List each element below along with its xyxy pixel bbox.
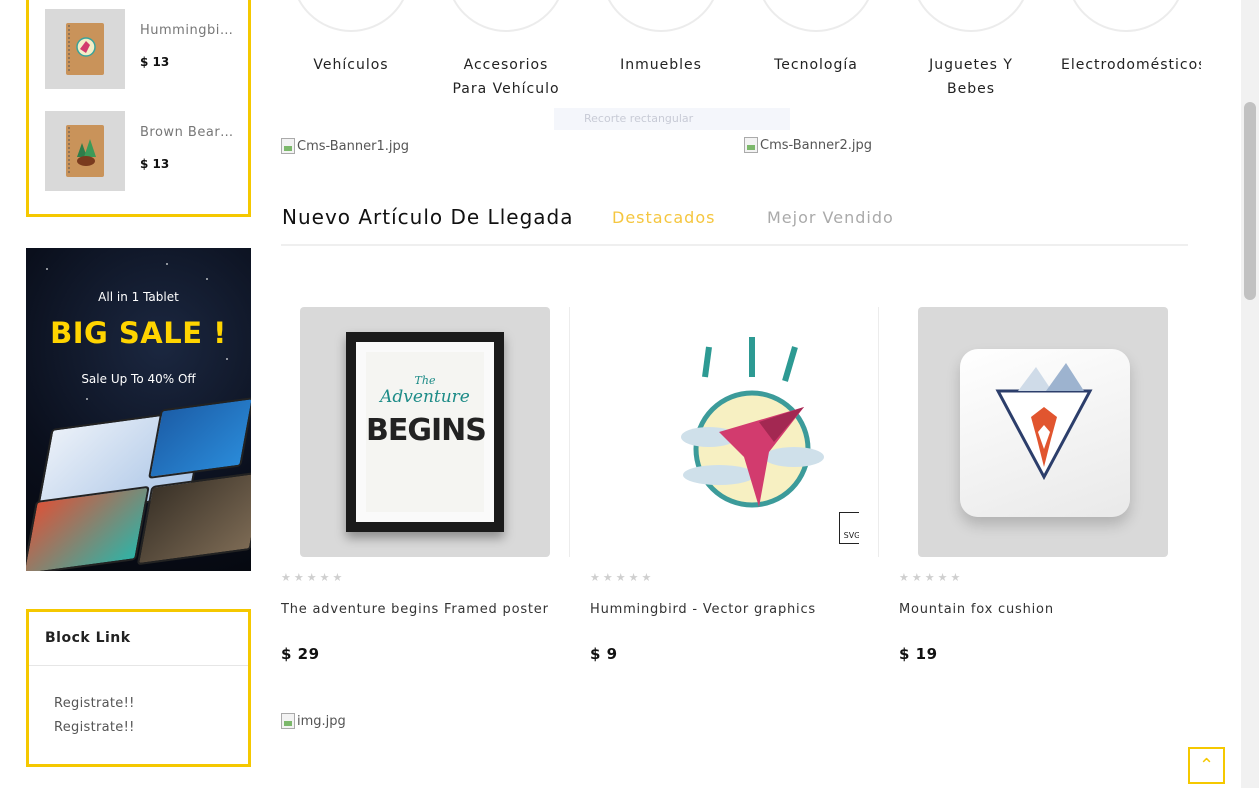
- scrollbar-thumb[interactable]: [1244, 102, 1256, 300]
- svg-file-icon: SVG: [839, 512, 859, 544]
- broken-image-icon: [744, 137, 758, 153]
- poster-frame: The Adventure BEGINS: [346, 332, 504, 532]
- hummingbird-illustration: [681, 337, 824, 508]
- category-image[interactable]: [911, 0, 1031, 32]
- category-image[interactable]: [601, 0, 721, 32]
- product-name[interactable]: The adventure begins Framed poster: [281, 602, 549, 617]
- product-name[interactable]: Hummingbird - Vector graphics: [590, 602, 816, 617]
- product-image[interactable]: SVG: [609, 307, 859, 557]
- block-link-panel: Block Link Registrate!! Registrate!!: [26, 609, 251, 767]
- double-chevron-up-icon: ⌃: [1198, 755, 1215, 776]
- rating-stars: ★★★★★: [590, 571, 655, 584]
- mini-product-item[interactable]: Hummingbird - Vector graphics $ 13: [45, 9, 245, 89]
- block-link-title: Block Link: [45, 630, 131, 646]
- tablet-image: [148, 397, 251, 479]
- rating-stars: ★★★★★: [899, 571, 964, 584]
- product-image[interactable]: The Adventure BEGINS: [300, 307, 550, 557]
- poster-line-2: Adventure: [380, 387, 470, 407]
- promo-subtitle: Sale Up To 40% Off: [81, 372, 196, 386]
- mini-product-thumbnail[interactable]: [45, 111, 125, 191]
- sidebar-mini-products: Hummingbird - Vector graphics $ 13 Brown…: [26, 0, 251, 217]
- register-link[interactable]: Registrate!!: [54, 696, 135, 711]
- category-electrodomesticos[interactable]: Electrodomésticos: [1061, 0, 1201, 90]
- mini-product-price: $ 13: [140, 157, 170, 171]
- cms-banner-1[interactable]: Cms-Banner1.jpg: [281, 138, 409, 154]
- poster-line-3: BEGINS: [366, 413, 487, 448]
- category-label[interactable]: Tecnología: [751, 53, 881, 77]
- category-image[interactable]: [1066, 0, 1186, 32]
- rating-stars: ★★★★★: [281, 571, 346, 584]
- divider: [569, 307, 570, 557]
- mini-product-name[interactable]: Brown Bear - Vector graphics: [140, 125, 235, 140]
- category-label[interactable]: Inmuebles: [596, 53, 726, 77]
- mini-product-price: $ 13: [140, 55, 170, 69]
- promo-title: BIG SALE !: [50, 316, 227, 350]
- mini-product-item[interactable]: Brown Bear - Vector graphics $ 13: [45, 111, 245, 191]
- cms-banner-2[interactable]: Cms-Banner2.jpg: [744, 137, 872, 153]
- broken-image-icon: [281, 713, 295, 729]
- svg-badge-label: SVG: [843, 531, 859, 540]
- mini-product-thumbnail[interactable]: [45, 9, 125, 89]
- category-label[interactable]: Electrodomésticos: [1061, 53, 1201, 77]
- category-image[interactable]: [756, 0, 876, 32]
- promo-kicker: All in 1 Tablet: [98, 290, 179, 304]
- promo-banner[interactable]: All in 1 Tablet BIG SALE ! Sale Up To 40…: [26, 248, 251, 571]
- category-image[interactable]: [291, 0, 411, 32]
- tablet-image: [136, 470, 251, 566]
- divider: [878, 307, 879, 557]
- mini-product-name[interactable]: Hummingbird - Vector graphics: [140, 23, 235, 38]
- register-link[interactable]: Registrate!!: [54, 720, 135, 735]
- tab-underline: [281, 244, 1188, 246]
- snip-tool-hint: Recorte rectangular: [554, 108, 790, 130]
- tab-destacados[interactable]: Destacados: [612, 208, 715, 227]
- poster-line-1: The: [414, 374, 436, 387]
- banner-alt-text: Cms-Banner1.jpg: [297, 138, 409, 154]
- category-label[interactable]: Accesorios Para Vehículo: [441, 53, 571, 101]
- product-price: $ 9: [590, 645, 618, 663]
- banner-alt-text: img.jpg: [297, 713, 346, 729]
- banner-alt-text: Cms-Banner2.jpg: [760, 137, 872, 153]
- notebook-image: [66, 23, 104, 75]
- category-label[interactable]: Vehículos: [286, 53, 416, 77]
- category-image[interactable]: [446, 0, 566, 32]
- notebook-image: [66, 125, 104, 177]
- fox-illustration: [995, 363, 1093, 481]
- divider: [29, 665, 248, 666]
- bottom-banner[interactable]: img.jpg: [281, 713, 346, 729]
- product-price: $ 29: [281, 645, 320, 663]
- section-title: Nuevo Artículo De Llegada: [282, 205, 574, 229]
- page-scrollbar[interactable]: [1241, 0, 1259, 788]
- back-to-top-button[interactable]: ⌃: [1188, 747, 1225, 784]
- product-price: $ 19: [899, 645, 938, 663]
- product-name[interactable]: Mountain fox cushion: [899, 602, 1054, 617]
- product-image[interactable]: [918, 307, 1168, 557]
- poster-art: The Adventure BEGINS: [356, 342, 494, 522]
- category-label[interactable]: Juguetes Y Bebes: [906, 53, 1036, 101]
- tab-mejor-vendido[interactable]: Mejor Vendido: [767, 208, 894, 227]
- broken-image-icon: [281, 138, 295, 154]
